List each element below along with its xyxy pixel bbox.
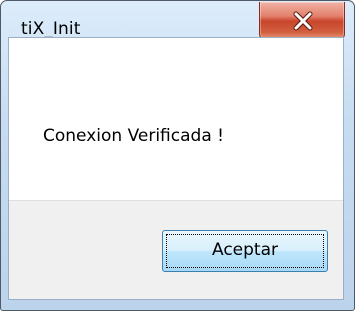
title-bar[interactable]: tiX_Init	[1, 1, 354, 40]
window-title: tiX_Init	[21, 19, 81, 39]
message-text: Conexion Verificada !	[43, 126, 224, 146]
close-button[interactable]	[259, 2, 345, 40]
ok-button-label: Aceptar	[212, 240, 278, 260]
ok-button[interactable]: Aceptar	[162, 230, 328, 272]
